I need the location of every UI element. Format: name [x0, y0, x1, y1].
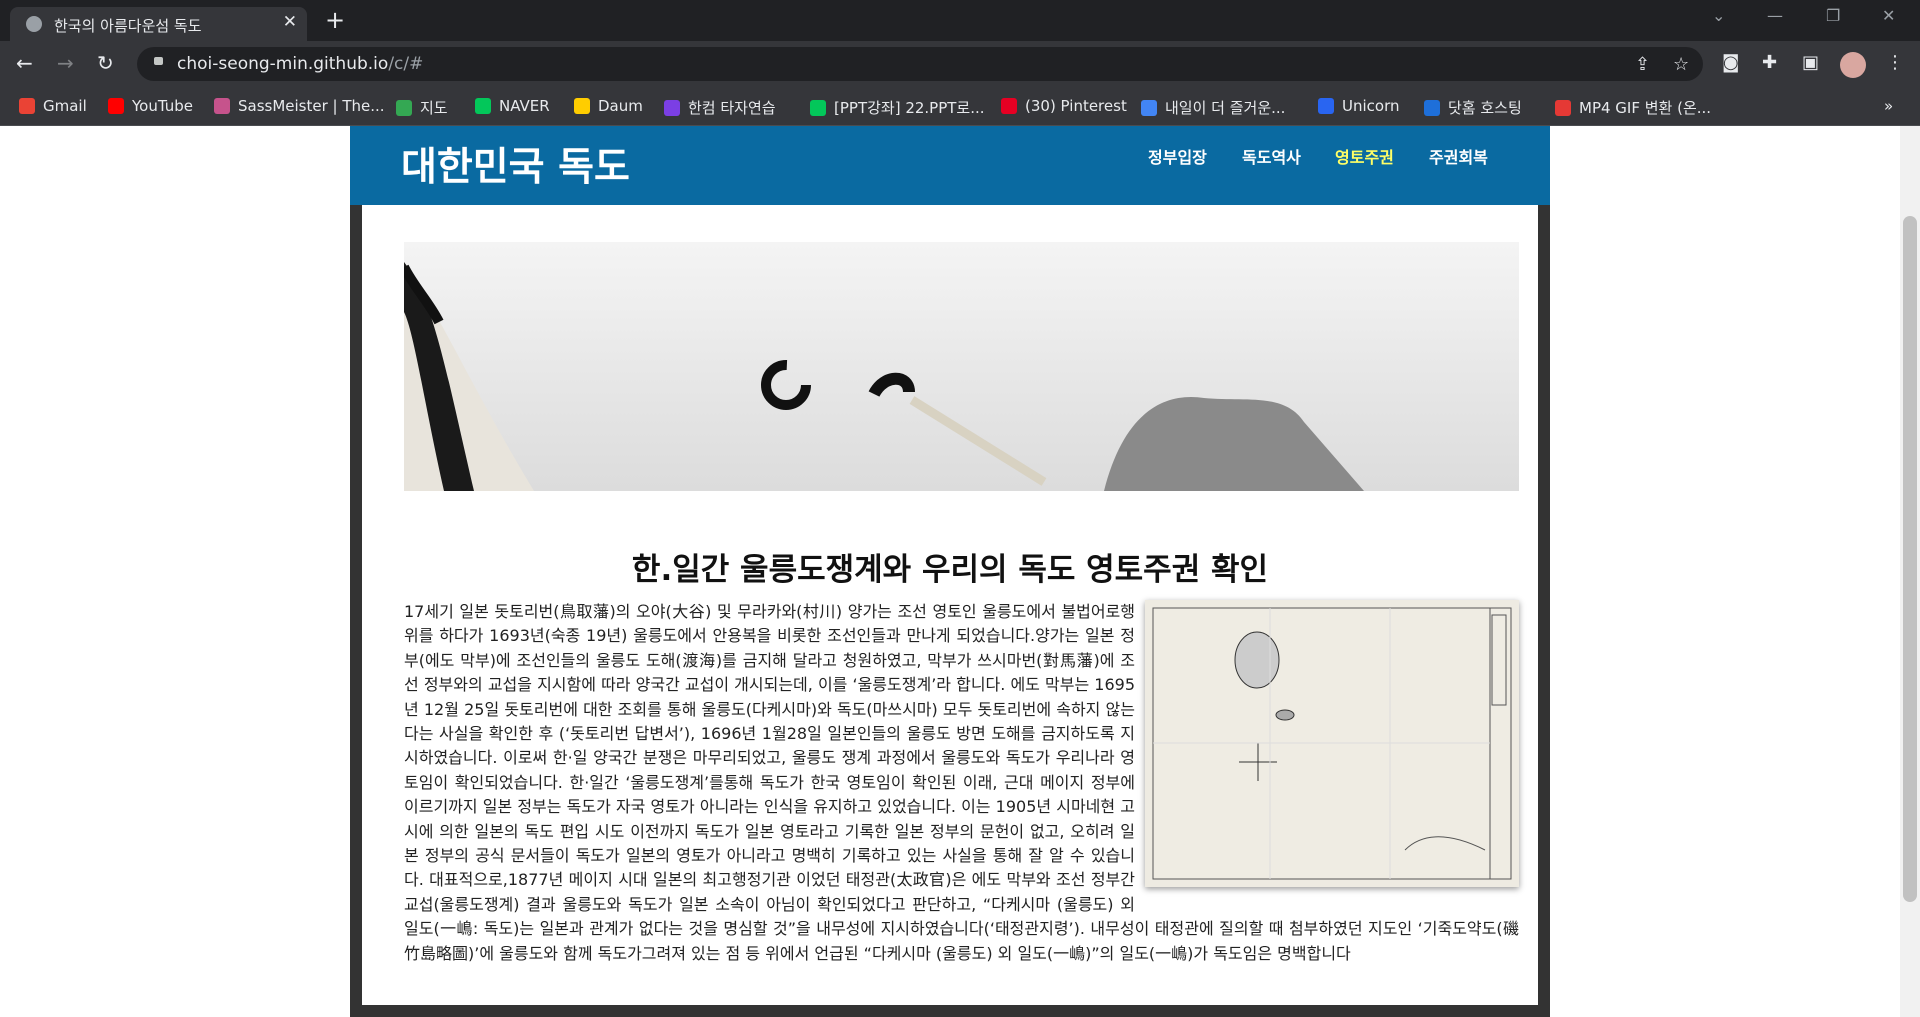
- bookmark-mp4gif[interactable]: MP4 GIF 변환 (온...: [1555, 97, 1711, 118]
- reload-icon[interactable]: ↻: [97, 51, 114, 75]
- close-tab-icon[interactable]: ✕: [283, 12, 297, 32]
- bookmark-youtube[interactable]: YouTube: [108, 97, 193, 115]
- address-bar[interactable]: choi-seong-min.github.io/c/# ⇪ ☆: [137, 47, 1703, 81]
- site-header: 대한민국 독도 정부입장 독도역사 영토주권 주권회복: [350, 126, 1550, 205]
- bookmark-sassmeister[interactable]: SassMeister | The...: [214, 97, 385, 115]
- site-container: 대한민국 독도 정부입장 독도역사 영토주권 주권회복 한.일간 울릉도쟁계와 …: [350, 126, 1550, 1017]
- nav-item-sovereignty[interactable]: 영토주권: [1335, 144, 1394, 168]
- nav-item-government[interactable]: 정부입장: [1148, 144, 1207, 168]
- share-icon[interactable]: ⇪: [1635, 54, 1650, 75]
- browser-toolbar: ← → ↻ choi-seong-min.github.io/c/# ⇪ ☆ ◙…: [0, 41, 1920, 88]
- bookmark-dothome[interactable]: 닷홈 호스팅: [1424, 97, 1522, 118]
- forward-icon[interactable]: →: [57, 51, 74, 75]
- maps-icon: [396, 100, 412, 116]
- bookmark-maps[interactable]: 지도: [396, 97, 448, 118]
- nav-item-history[interactable]: 독도역사: [1242, 144, 1301, 168]
- menu-icon[interactable]: ⋮: [1886, 52, 1904, 73]
- page-scrollbar[interactable]: [1900, 126, 1920, 1017]
- new-tab-button[interactable]: +: [325, 6, 345, 34]
- brush-calligraphy-illustration: [404, 262, 1364, 491]
- site-title[interactable]: 대한민국 독도: [401, 136, 630, 192]
- tab-title: 한국의 아름다운섬 독도: [54, 17, 202, 35]
- dothome-icon: [1424, 100, 1440, 116]
- pinterest-icon: [1001, 98, 1017, 114]
- side-panel-icon[interactable]: ▣: [1802, 52, 1819, 73]
- sassmeister-icon: [214, 98, 230, 114]
- bookmark-pinterest[interactable]: (30) Pinterest: [1001, 97, 1127, 115]
- back-icon[interactable]: ←: [16, 51, 33, 75]
- w3c-icon: [1318, 98, 1334, 114]
- bookmark-star-icon[interactable]: ☆: [1673, 54, 1689, 75]
- page-viewport: 대한민국 독도 정부입장 독도역사 영토주권 주권회복 한.일간 울릉도쟁계와 …: [0, 126, 1920, 1017]
- apps-icon: [1141, 100, 1157, 116]
- close-window-button[interactable]: ✕: [1882, 6, 1895, 25]
- scrollbar-thumb[interactable]: [1903, 216, 1917, 902]
- more-bookmarks-icon[interactable]: »: [1884, 97, 1893, 115]
- daum-icon: [574, 98, 590, 114]
- url-text: choi-seong-min.github.io/c/#: [177, 54, 424, 74]
- lock-icon: [154, 57, 163, 65]
- bookmark-naver[interactable]: NAVER: [475, 97, 550, 115]
- browser-tab-bar: 한국의 아름다운섬 독도 ✕ + ⌄ — ❐ ✕: [0, 0, 1920, 41]
- hancom-icon: [664, 100, 680, 116]
- banner-image: [404, 242, 1519, 491]
- tab-search-icon[interactable]: ⌄: [1712, 6, 1725, 25]
- bookmark-unicorn[interactable]: Unicorn: [1318, 97, 1400, 115]
- old-map-image: [1145, 600, 1519, 887]
- naver-icon: [475, 98, 491, 114]
- globe-icon: [26, 16, 42, 32]
- bookmark-gmail[interactable]: Gmail: [19, 97, 87, 115]
- restore-button[interactable]: ❐: [1826, 6, 1840, 25]
- main-content: 한.일간 울릉도쟁계와 우리의 독도 영토주권 확인 17세기 일본 돗토리번(…: [362, 205, 1538, 1005]
- extensions-icon[interactable]: ✚: [1762, 52, 1777, 73]
- minimize-button[interactable]: —: [1767, 6, 1783, 25]
- bookmarks-bar: Gmail YouTube SassMeister | The... 지도 NA…: [0, 88, 1920, 126]
- youtube-icon: [108, 98, 124, 114]
- profile-avatar[interactable]: [1840, 52, 1866, 78]
- bookmark-daum[interactable]: Daum: [574, 97, 643, 115]
- bookmark-ppt[interactable]: [PPT강좌] 22.PPT로...: [810, 97, 985, 118]
- bookmark-hancom[interactable]: 한컴 타자연습: [664, 97, 776, 118]
- gmail-icon: [19, 98, 35, 114]
- bookmark-tomorrow[interactable]: 내일이 더 즐거운...: [1141, 97, 1285, 118]
- camera-icon[interactable]: ◙: [1722, 52, 1739, 73]
- article-heading: 한.일간 울릉도쟁계와 우리의 독도 영토주권 확인: [631, 551, 1269, 588]
- map-illustration: [1152, 607, 1512, 880]
- browser-tab[interactable]: 한국의 아름다운섬 독도 ✕: [10, 7, 307, 41]
- blog-icon: [810, 100, 826, 116]
- nav-item-restoration[interactable]: 주권회복: [1429, 144, 1488, 168]
- converter-icon: [1555, 100, 1571, 116]
- article-body: 17세기 일본 돗토리번(鳥取藩)의 오야(大谷) 및 무라카와(村川) 양가는…: [404, 600, 1519, 966]
